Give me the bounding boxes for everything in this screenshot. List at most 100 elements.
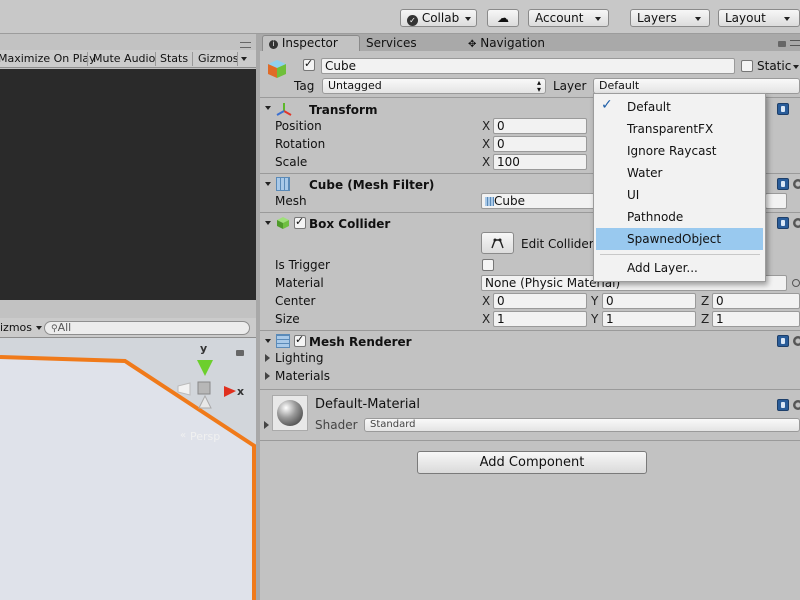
gear-icon[interactable] [793, 400, 800, 410]
foldout-arrow[interactable] [265, 106, 271, 110]
layer-menu-item[interactable]: TransparentFX [595, 118, 763, 140]
stats-toggle[interactable]: Stats [160, 50, 188, 67]
cloud-button[interactable]: ☁ [487, 9, 519, 27]
mesh-renderer-enabled-checkbox[interactable] [294, 333, 306, 347]
center-x-field[interactable]: 0 [493, 293, 587, 309]
layer-menu-item[interactable]: SpawnedObject [595, 228, 763, 250]
tab-services[interactable]: Services [366, 36, 417, 51]
center-y-field[interactable]: 0 [602, 293, 696, 309]
gear-icon[interactable] [793, 336, 800, 346]
shader-dropdown[interactable]: Standard [364, 418, 800, 432]
collider-material-label: Material [275, 276, 324, 290]
game-view-toolbar: Maximize On Play Mute Audio Stats Gizmos [0, 50, 256, 68]
scene-canvas [0, 355, 256, 600]
size-z-field[interactable]: 1 [712, 311, 800, 327]
mute-audio-toggle[interactable]: Mute Audio [93, 50, 155, 67]
mesh-field[interactable]: Cube [481, 193, 595, 209]
tab-inspector[interactable]: i Inspector [262, 35, 360, 52]
box-collider-enabled-checkbox[interactable] [294, 215, 306, 229]
mesh-value: Cube [494, 194, 525, 208]
size-x-axis-label[interactable]: X [482, 311, 490, 327]
navigation-icon: ✥ [468, 39, 477, 50]
layer-menu-item[interactable]: Pathnode [595, 206, 763, 228]
layers-dropdown[interactable]: Layers [630, 9, 710, 27]
rotation-x-axis-label[interactable]: X [482, 136, 490, 152]
mesh-field-extension[interactable] [765, 193, 787, 209]
collab-button[interactable]: ✓ Collab [400, 9, 477, 27]
transform-title: Transform [309, 103, 378, 117]
foldout-arrow[interactable] [265, 339, 271, 343]
center-y-axis-label[interactable]: Y [591, 293, 598, 309]
center-z-axis-label[interactable]: Z [701, 293, 709, 309]
lighting-foldout[interactable]: Lighting [275, 350, 324, 366]
material-name: Default-Material [315, 397, 421, 412]
chevron-down-icon[interactable] [793, 65, 799, 69]
chevron-down-icon [783, 16, 790, 21]
chevron-down-icon [465, 16, 472, 21]
lighting-foldout-arrow[interactable] [265, 354, 270, 362]
layout-dropdown[interactable]: Layout [718, 9, 800, 27]
lock-icon[interactable] [236, 350, 244, 356]
active-checkbox[interactable] [303, 57, 315, 71]
materials-foldout[interactable]: Materials [275, 368, 330, 384]
updown-icon: ▴ ▾ [536, 78, 541, 94]
info-icon: i [269, 40, 278, 49]
size-y-field[interactable]: 1 [602, 311, 696, 327]
position-x-axis-label[interactable]: X [482, 118, 490, 134]
panel-menu-icon[interactable] [240, 42, 251, 48]
material-preview-icon [272, 395, 308, 431]
size-z-axis-label[interactable]: Z [701, 311, 709, 327]
persp-label[interactable]: Persp [190, 430, 220, 443]
book-icon[interactable] [777, 399, 789, 411]
object-name-field[interactable]: Cube [321, 58, 735, 74]
book-icon[interactable] [777, 103, 789, 115]
book-icon[interactable] [777, 178, 789, 190]
foldout-arrow[interactable] [265, 182, 271, 186]
is-trigger-checkbox[interactable] [482, 259, 494, 271]
static-checkbox[interactable] [741, 60, 753, 72]
center-x-axis-label[interactable]: X [482, 293, 490, 309]
book-icon[interactable] [777, 335, 789, 347]
tab-navigation-label: Navigation [480, 36, 545, 50]
layer-menu-item[interactable]: Default [595, 96, 763, 118]
scale-x-field[interactable]: 100 [493, 154, 587, 170]
materials-foldout-arrow[interactable] [265, 372, 270, 380]
position-x-field[interactable]: 0 [493, 118, 587, 134]
center-z-field[interactable]: 0 [712, 293, 800, 309]
scale-x-axis-label[interactable]: X [482, 154, 490, 170]
layer-dropdown[interactable]: Default [593, 78, 800, 94]
layer-menu-item[interactable]: UI [595, 184, 763, 206]
add-component-button[interactable]: Add Component [417, 451, 647, 474]
gizmos-button[interactable]: Gizmos [198, 50, 239, 67]
add-layer-menu-item[interactable]: Add Layer... [595, 257, 763, 279]
edit-collider-button[interactable] [481, 232, 514, 254]
size-x-field[interactable]: 1 [493, 311, 587, 327]
scale-label: Scale [275, 155, 308, 169]
layer-menu-item[interactable]: Ignore Raycast [595, 140, 763, 162]
tag-dropdown[interactable]: Untagged ▴ ▾ [322, 78, 546, 94]
inspector-menu-icon[interactable] [790, 40, 800, 46]
foldout-arrow[interactable] [265, 221, 271, 225]
scene-search-input[interactable]: ⚲All [44, 321, 250, 335]
chevron-down-icon[interactable] [241, 57, 247, 61]
layer-menu-item[interactable]: Water [595, 162, 763, 184]
mesh-label: Mesh [275, 194, 307, 208]
layout-label: Layout [725, 11, 766, 25]
size-y-axis-label[interactable]: Y [591, 311, 598, 327]
divider [260, 389, 800, 390]
account-dropdown[interactable]: Account [528, 9, 609, 27]
inspector-lock-icon[interactable] [778, 41, 786, 47]
book-icon[interactable] [777, 217, 789, 229]
object-picker-icon[interactable] [792, 279, 800, 287]
check-circle-icon: ✓ [407, 15, 418, 26]
tab-navigation[interactable]: ✥ Navigation [468, 36, 545, 52]
gear-icon[interactable] [793, 218, 800, 228]
divider [87, 52, 88, 66]
mesh-renderer-title: Mesh Renderer [309, 335, 412, 349]
persp-arrows-icon: « [180, 430, 187, 441]
shader-foldout-arrow[interactable] [264, 421, 269, 429]
scene-gizmos-button[interactable]: izmos [0, 320, 43, 335]
rotation-x-field[interactable]: 0 [493, 136, 587, 152]
gear-icon[interactable] [793, 179, 800, 189]
maximize-on-play-toggle[interactable]: Maximize On Play [0, 50, 96, 67]
